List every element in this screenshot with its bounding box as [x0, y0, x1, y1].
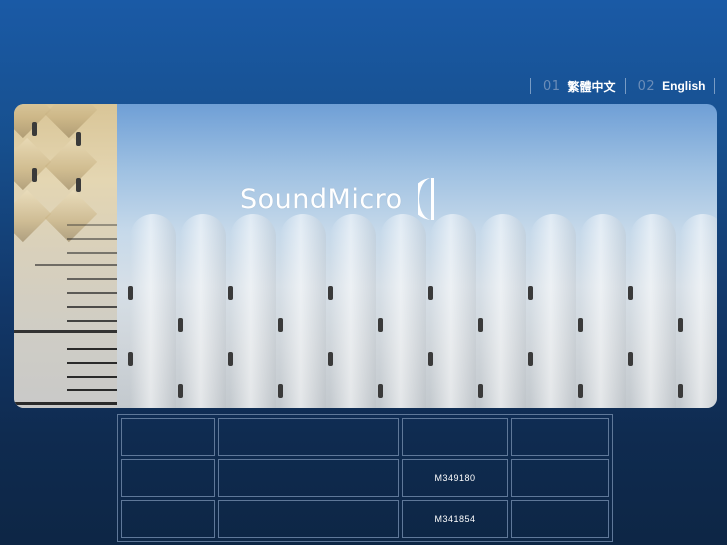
table-cell: [402, 418, 508, 456]
patent-number-cell[interactable]: M349180: [402, 459, 508, 497]
foam-hole: [678, 318, 683, 332]
foam-hole: [128, 352, 133, 366]
foam-cone-shape: [44, 137, 98, 191]
crescent-logo-icon: [410, 176, 434, 222]
foam-column: [180, 214, 226, 408]
lang-number: 02: [637, 78, 656, 94]
foam-hole: [528, 352, 533, 366]
table-cell: [218, 459, 399, 497]
ruler-tick: [14, 402, 117, 405]
ruler-tick: [67, 320, 117, 322]
foam-column: [630, 214, 676, 408]
foam-column: [580, 214, 626, 408]
ruler-tick: [67, 306, 117, 308]
foam-hole: [76, 178, 81, 192]
foam-hole: [278, 384, 283, 398]
foam-hole: [278, 318, 283, 332]
ruler-tick: [67, 389, 117, 391]
foam-column: [330, 214, 376, 408]
lang-number: 01: [543, 78, 561, 94]
foam-hole: [178, 318, 183, 332]
foam-hole: [378, 384, 383, 398]
product-grid: M349180 M341854: [117, 414, 613, 542]
foam-hole: [32, 122, 37, 136]
foam-column: [680, 214, 717, 408]
nav-divider: [714, 78, 716, 94]
foam-hole: [628, 286, 633, 300]
ruler-tick: [67, 376, 117, 378]
ruler-tick: [67, 348, 117, 350]
ruler-tick: [67, 362, 117, 364]
foam-hole: [328, 352, 333, 366]
foam-hole: [328, 286, 333, 300]
lang-traditional-chinese-link[interactable]: 01 繁體中文: [531, 77, 625, 95]
patent-number-cell[interactable]: M341854: [402, 500, 508, 538]
table-cell: [218, 500, 399, 538]
foam-column: [480, 214, 526, 408]
logo-text: SoundMicro: [240, 183, 403, 215]
foam-hole: [528, 286, 533, 300]
banner-left-image: [14, 104, 117, 408]
foam-cone-shape: [44, 104, 98, 139]
table-cell: [511, 459, 609, 497]
ruler-tick: [35, 264, 117, 266]
table-row: M341854: [121, 500, 609, 538]
foam-hole: [478, 318, 483, 332]
soundmicro-logo: SoundMicro: [240, 176, 434, 222]
ruler-tick: [67, 238, 117, 240]
foam-hole: [578, 318, 583, 332]
foam-column: [530, 214, 576, 408]
lang-label-traditional-chinese: 繁體中文: [567, 79, 616, 94]
foam-hole: [76, 132, 81, 146]
product-table: M349180 M341854: [117, 414, 616, 542]
table-row: M349180: [121, 459, 609, 497]
foam-hole: [228, 352, 233, 366]
foam-column: [280, 214, 326, 408]
foam-hole: [628, 352, 633, 366]
foam-hole: [478, 384, 483, 398]
lang-label-english: English: [662, 79, 706, 93]
foam-cone-shape: [44, 189, 98, 243]
table-cell: [121, 500, 215, 538]
ruler-tick: [67, 278, 117, 280]
table-row: [121, 418, 609, 456]
table-cell: [121, 459, 215, 497]
ruler-tick: [67, 224, 117, 226]
foam-hole: [32, 168, 37, 182]
foam-hole: [578, 384, 583, 398]
foam-hole: [428, 352, 433, 366]
ruler-tick: [14, 330, 117, 333]
table-cell: [511, 418, 609, 456]
foam-hole: [128, 286, 133, 300]
foam-hole: [428, 286, 433, 300]
foam-column: [230, 214, 276, 408]
foam-column: [430, 214, 476, 408]
table-cell: [121, 418, 215, 456]
table-cell: [218, 418, 399, 456]
ruler-tick: [67, 252, 117, 254]
foam-hole: [178, 384, 183, 398]
foam-hole: [678, 384, 683, 398]
ruler-tick: [67, 292, 117, 294]
foam-hole: [228, 286, 233, 300]
foam-column: [130, 214, 176, 408]
foam-column: [380, 214, 426, 408]
lang-english-link[interactable]: 02 English: [626, 77, 715, 95]
table-cell: [511, 500, 609, 538]
foam-hole: [378, 318, 383, 332]
language-nav: 01 繁體中文 02 English: [530, 77, 716, 95]
hero-banner: SoundMicro: [14, 104, 717, 408]
